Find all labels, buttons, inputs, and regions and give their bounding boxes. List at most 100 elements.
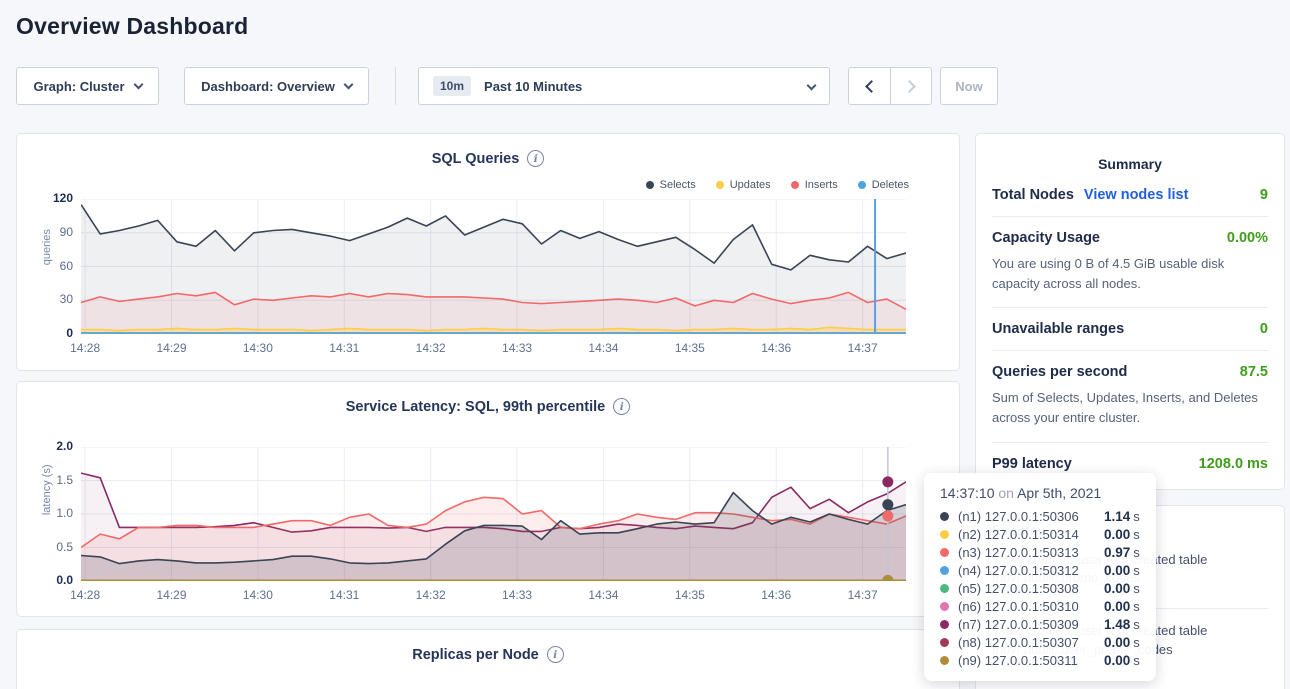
summary-row-unavailable: Unavailable ranges 0 xyxy=(992,308,1268,351)
x-axis-tick: 14:35 xyxy=(662,588,718,602)
latency-unit: s xyxy=(1133,581,1140,596)
node-latency-value: 0.00 xyxy=(1104,527,1130,542)
x-axis-tick: 14:34 xyxy=(575,341,631,355)
node-dot-icon xyxy=(940,638,949,647)
node-address: (n3) 127.0.0.1:50313 xyxy=(958,545,1104,560)
node-dot-icon xyxy=(940,530,949,539)
node-dot-icon xyxy=(940,584,949,593)
summary-row-capacity: Capacity Usage 0.00% You are using 0 B o… xyxy=(992,217,1268,308)
sql-queries-plot[interactable] xyxy=(81,199,906,339)
y-axis-tick: 60 xyxy=(27,259,73,273)
qps-desc: Sum of Selects, Updates, Inserts, and De… xyxy=(992,388,1268,428)
legend-item-selects: Selects xyxy=(646,179,696,191)
graph-dropdown-label: Graph: Cluster xyxy=(33,79,124,94)
y-axis-tick: 1.0 xyxy=(27,506,73,520)
x-axis-tick: 14:37 xyxy=(835,341,891,355)
p99-latency-value: 1208.0 ms xyxy=(1199,456,1268,472)
node-latency-value: 0.00 xyxy=(1104,635,1130,650)
dashboard-dropdown-label: Dashboard: Overview xyxy=(201,79,335,94)
legend-item-deletes: Deletes xyxy=(858,179,909,191)
time-range-badge: 10m xyxy=(433,76,471,96)
sql-queries-card: SQL Queries i Selects Updates Inserts De… xyxy=(16,133,960,371)
summary-panel: Summary Total Nodes View nodes list 9 Ca… xyxy=(975,133,1285,490)
prev-time-button[interactable] xyxy=(849,68,890,104)
x-axis-tick: 14:33 xyxy=(489,588,545,602)
node-address: (n8) 127.0.0.1:50307 xyxy=(958,635,1104,650)
node-dot-icon xyxy=(940,602,949,611)
y-axis-tick: 30 xyxy=(27,292,73,306)
chevron-down-icon xyxy=(807,80,817,90)
latency-unit: s xyxy=(1133,563,1140,578)
info-icon[interactable]: i xyxy=(613,398,630,415)
legend-item-inserts: Inserts xyxy=(791,179,838,191)
y-axis-tick: 120 xyxy=(27,191,73,205)
node-latency-value: 1.48 xyxy=(1104,617,1130,632)
latency-unit: s xyxy=(1133,545,1140,560)
info-icon[interactable]: i xyxy=(547,646,564,663)
summary-title: Summary xyxy=(992,150,1268,174)
capacity-usage-value: 0.00% xyxy=(1227,230,1268,246)
tooltip-node-row: (n7) 127.0.0.1:503091.48s xyxy=(940,615,1142,633)
node-latency-value: 0.00 xyxy=(1104,653,1130,668)
next-time-button[interactable] xyxy=(890,68,931,104)
service-latency-card: Service Latency: SQL, 99th percentile i … xyxy=(16,381,960,617)
tooltip-node-row: (n5) 127.0.0.1:503080.00s xyxy=(940,579,1142,597)
node-dot-icon xyxy=(940,566,949,575)
info-icon[interactable]: i xyxy=(527,150,544,167)
service-latency-title: Service Latency: SQL, 99th percentile xyxy=(346,399,606,415)
sql-queries-title: SQL Queries xyxy=(432,151,520,167)
capacity-usage-label: Capacity Usage xyxy=(992,230,1100,246)
node-dot-icon xyxy=(940,548,949,557)
x-axis-tick: 14:28 xyxy=(57,588,113,602)
chevron-down-icon xyxy=(133,79,143,89)
x-axis-tick: 14:36 xyxy=(748,341,804,355)
node-dot-icon xyxy=(940,512,949,521)
node-latency-value: 1.14 xyxy=(1104,509,1130,524)
latency-unit: s xyxy=(1133,599,1140,614)
x-axis-tick: 14:29 xyxy=(144,588,200,602)
tooltip-node-row: (n3) 127.0.0.1:503130.97s xyxy=(940,543,1142,561)
tooltip-node-row: (n6) 127.0.0.1:503100.00s xyxy=(940,597,1142,615)
tooltip-timestamp: 14:37:10 on Apr 5th, 2021 xyxy=(940,485,1142,501)
node-latency-value: 0.00 xyxy=(1104,563,1130,578)
latency-unit: s xyxy=(1133,617,1140,632)
view-nodes-list-link[interactable]: View nodes list xyxy=(1084,187,1189,203)
deletes-dot-icon xyxy=(858,181,866,189)
node-address: (n9) 127.0.0.1:50311 xyxy=(958,653,1104,668)
x-axis-tick: 14:33 xyxy=(489,341,545,355)
latency-unit: s xyxy=(1133,527,1140,542)
legend-item-updates: Updates xyxy=(716,179,771,191)
node-latency-value: 0.00 xyxy=(1104,599,1130,614)
summary-row-qps: Queries per second 87.5 Sum of Selects, … xyxy=(992,351,1268,442)
replicas-per-node-title: Replicas per Node xyxy=(412,647,539,663)
graph-dropdown[interactable]: Graph: Cluster xyxy=(16,67,159,105)
y-axis-tick: 0.0 xyxy=(27,573,73,587)
y-axis-tick: 90 xyxy=(27,225,73,239)
x-axis-tick: 14:30 xyxy=(230,588,286,602)
replicas-per-node-card: Replicas per Node i xyxy=(16,629,960,689)
toolbar-divider xyxy=(395,67,396,105)
dashboard-dropdown[interactable]: Dashboard: Overview xyxy=(184,67,369,105)
tooltip-node-row: (n4) 127.0.0.1:503120.00s xyxy=(940,561,1142,579)
node-address: (n2) 127.0.0.1:50314 xyxy=(958,527,1104,542)
y-axis-tick: 2.0 xyxy=(27,439,73,453)
x-axis-tick: 14:35 xyxy=(662,341,718,355)
node-latency-value: 0.00 xyxy=(1104,581,1130,596)
time-range-selector[interactable]: 10m Past 10 Minutes xyxy=(418,67,830,105)
x-axis-tick: 14:32 xyxy=(403,588,459,602)
node-dot-icon xyxy=(940,656,949,665)
node-address: (n4) 127.0.0.1:50312 xyxy=(958,563,1104,578)
capacity-usage-desc: You are using 0 B of 4.5 GiB usable disk… xyxy=(992,254,1268,294)
qps-value: 87.5 xyxy=(1240,364,1268,380)
y-axis-tick: 0 xyxy=(27,326,73,340)
x-axis-tick: 14:36 xyxy=(748,588,804,602)
node-latency-value: 0.97 xyxy=(1104,545,1130,560)
x-axis-tick: 14:29 xyxy=(144,341,200,355)
selects-dot-icon xyxy=(646,181,654,189)
tooltip-node-row: (n1) 127.0.0.1:503061.14s xyxy=(940,507,1142,525)
service-latency-plot[interactable] xyxy=(81,447,906,586)
x-axis-tick: 14:28 xyxy=(57,341,113,355)
now-button[interactable]: Now xyxy=(940,67,998,105)
tooltip-node-row: (n2) 127.0.0.1:503140.00s xyxy=(940,525,1142,543)
y-axis-tick: 0.5 xyxy=(27,540,73,554)
